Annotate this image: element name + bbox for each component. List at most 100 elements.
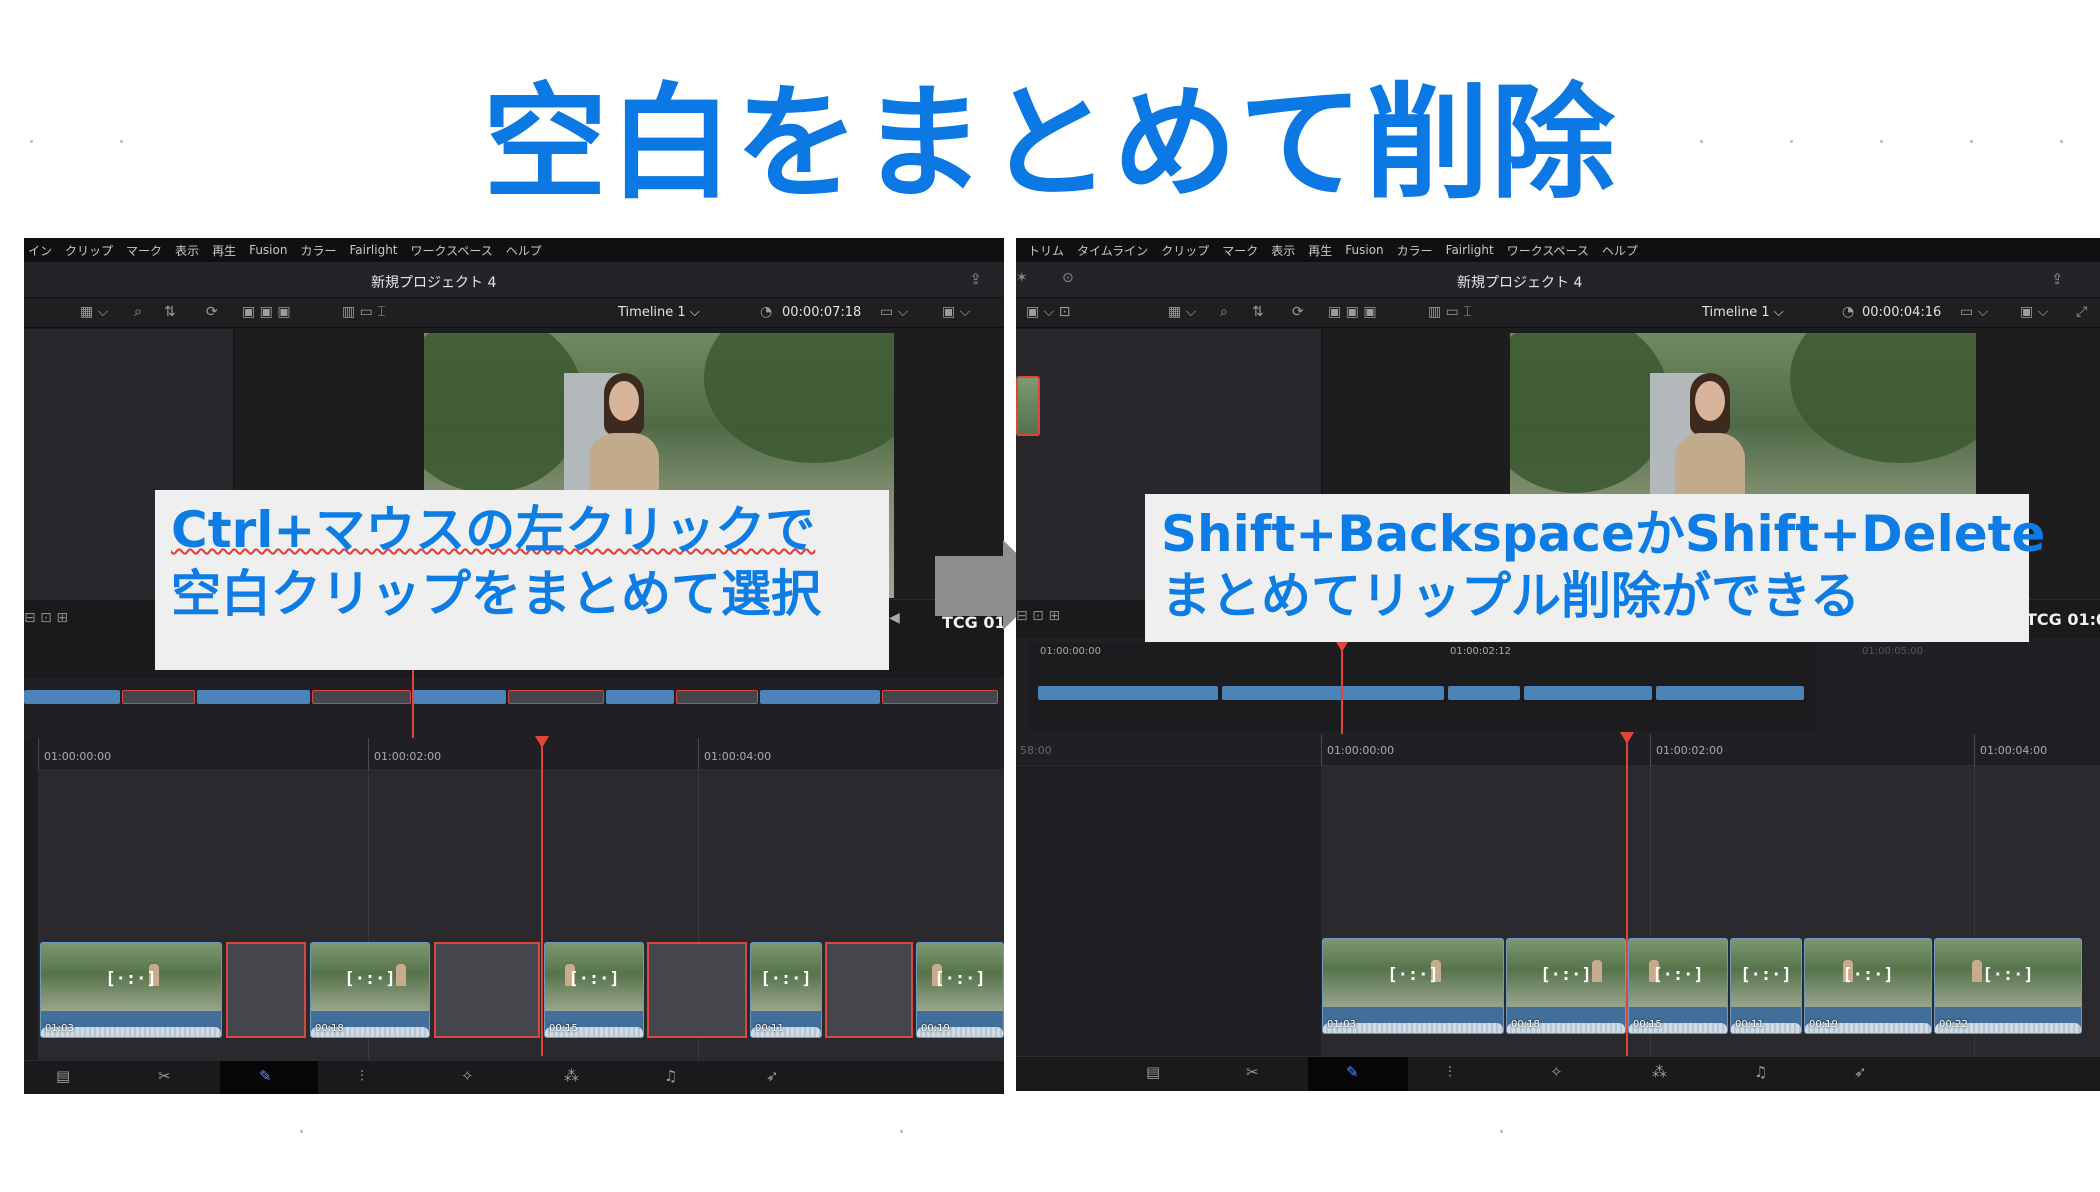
sync-icon[interactable]: ⟳ <box>206 304 218 320</box>
gap-clip[interactable] <box>825 942 913 1038</box>
mini-clip[interactable] <box>760 690 880 704</box>
mini-gap[interactable] <box>676 690 758 704</box>
timeline-ruler[interactable]: 58:00 01:00:00:00 01:00:02:00 01:00:04:0… <box>1016 734 2100 766</box>
toolbar-icons[interactable]: ⊟ ⊡ ⊞ <box>24 610 68 626</box>
mini-clip[interactable] <box>1656 686 1804 700</box>
menu-item[interactable]: Fusion <box>1345 243 1383 257</box>
menu-item[interactable]: クリップ <box>65 242 113 259</box>
mini-playhead[interactable] <box>412 668 414 738</box>
output-icon[interactable]: ▣ ⌵ <box>2020 304 2048 320</box>
share-icon[interactable]: ⇪ <box>2051 270 2064 288</box>
layout-icon[interactable]: ▥ ▭ ⌶ <box>342 304 386 320</box>
mini-gap[interactable] <box>122 690 195 704</box>
menu-item[interactable]: ワークスペース <box>1507 242 1589 259</box>
gap-clip[interactable] <box>226 942 306 1038</box>
menu-item[interactable]: Fusion <box>249 243 287 257</box>
mini-clip[interactable] <box>1448 686 1520 700</box>
menu-item[interactable]: マーク <box>1222 242 1258 259</box>
menu-item[interactable]: タイムライン <box>1077 242 1148 259</box>
mini-clip[interactable] <box>1038 686 1218 700</box>
timeline-name[interactable]: Timeline 1 ⌵ <box>1702 305 1784 320</box>
playhead[interactable] <box>541 746 543 1056</box>
menu-item[interactable]: ヘルプ <box>506 242 542 259</box>
video-clip[interactable]: [·:·] 00:11 <box>750 942 822 1038</box>
music-page-icon[interactable]: ♫ <box>1754 1063 1767 1081</box>
music-page-icon[interactable]: ♫ <box>664 1067 677 1085</box>
grid-view-icon[interactable]: ▦ ⌵ <box>1168 304 1196 320</box>
menu-item[interactable]: 再生 <box>1308 242 1332 259</box>
cut-page-icon[interactable]: ✂ <box>158 1067 171 1085</box>
edit-page-icon[interactable]: ✎ <box>1346 1063 1359 1081</box>
sort-icon[interactable]: ⇅ <box>1252 304 1264 320</box>
fairlight-page-icon[interactable]: ⁂ <box>1652 1063 1667 1081</box>
video-clip[interactable]: [·:·] 00:22 <box>1934 938 2082 1034</box>
gap-clip[interactable] <box>434 942 540 1038</box>
output-icon[interactable]: ▣ ⌵ <box>942 304 970 320</box>
video-clip[interactable]: [·:·] 00:18 <box>310 942 430 1038</box>
media-page-icon[interactable]: ▤ <box>1146 1063 1160 1081</box>
menu-item[interactable]: Fairlight <box>1446 243 1494 257</box>
video-clip[interactable]: [·:·] 01:03 <box>40 942 222 1038</box>
inspector-icon[interactable]: ⊙ <box>1062 270 1074 286</box>
video-clip[interactable]: [·:·] 01:03 <box>1322 938 1504 1034</box>
edit-page-icon[interactable]: ✎ <box>259 1067 272 1085</box>
mini-gap[interactable] <box>882 690 998 704</box>
cut-page-icon[interactable]: ✂ <box>1246 1063 1259 1081</box>
mini-gap[interactable] <box>312 690 411 704</box>
color-page-icon[interactable]: ✧ <box>461 1067 474 1085</box>
mini-clip[interactable] <box>1222 686 1444 700</box>
viewer-size-icon[interactable]: ▭ ⌵ <box>880 304 908 320</box>
menu-item[interactable]: 表示 <box>175 242 199 259</box>
grid-view-icon[interactable]: ▦ ⌵ <box>80 304 108 320</box>
menu-item[interactable]: Fairlight <box>349 243 397 257</box>
layout-icon[interactable]: ▥ ▭ ⌶ <box>1428 304 1472 320</box>
playhead[interactable] <box>1626 742 1628 1056</box>
fusion-page-icon[interactable]: ⫶ <box>360 1067 364 1085</box>
menu-item[interactable]: マーク <box>126 242 162 259</box>
menu-item[interactable]: イン <box>28 242 52 259</box>
menu-item[interactable]: カラー <box>300 242 336 259</box>
clip-view-icon[interactable]: ▣ ▣ ▣ <box>242 304 291 320</box>
fusion-page-icon[interactable]: ⫶ <box>1448 1063 1452 1081</box>
mini-gap[interactable] <box>508 690 604 704</box>
media-page-icon[interactable]: ▤ <box>56 1067 70 1085</box>
color-page-icon[interactable]: ✧ <box>1550 1063 1563 1081</box>
media-icon[interactable]: ▣ ⌵ ⊡ <box>1026 304 1070 320</box>
mini-playhead[interactable] <box>1341 650 1343 736</box>
video-clip[interactable]: [·:·] 00:15 <box>544 942 644 1038</box>
search-icon[interactable]: ⌕ <box>1220 304 1228 320</box>
mini-clip[interactable] <box>1524 686 1652 700</box>
fairlight-page-icon[interactable]: ⁂ <box>564 1067 579 1085</box>
effects-icon[interactable]: ✶ <box>1016 270 1028 286</box>
share-icon[interactable]: ⇪ <box>969 270 982 288</box>
deliver-page-icon[interactable]: ➶ <box>1854 1063 1867 1081</box>
prev-icon[interactable]: ◀ <box>889 610 900 626</box>
gap-clip[interactable] <box>647 942 747 1038</box>
mini-clip[interactable] <box>606 690 674 704</box>
video-clip[interactable]: [·:·] 00:18 <box>1506 938 1626 1034</box>
video-clip[interactable]: [·:·] 00:19 <box>1804 938 1932 1034</box>
clip-view-icon[interactable]: ▣ ▣ ▣ <box>1328 304 1377 320</box>
video-clip[interactable]: [·:·] 00:19 <box>916 942 1004 1038</box>
video-clip[interactable]: [·:·] 00:11 <box>1730 938 1802 1034</box>
sort-icon[interactable]: ⇅ <box>164 304 176 320</box>
menu-item[interactable]: ワークスペース <box>411 242 493 259</box>
search-icon[interactable]: ⌕ <box>134 304 142 320</box>
mini-clip[interactable] <box>24 690 120 704</box>
viewer-size-icon[interactable]: ▭ ⌵ <box>1960 304 1988 320</box>
menu-item[interactable]: 再生 <box>212 242 236 259</box>
menu-item[interactable]: カラー <box>1397 242 1433 259</box>
selected-thumbnail[interactable] <box>1016 376 1040 436</box>
timeline-name[interactable]: Timeline 1 ⌵ <box>618 305 700 320</box>
menu-item[interactable]: トリム <box>1028 242 1064 259</box>
deliver-page-icon[interactable]: ➶ <box>766 1067 779 1085</box>
fullscreen-icon[interactable]: ⤢ <box>2076 304 2087 320</box>
menu-item[interactable]: ヘルプ <box>1602 242 1638 259</box>
mini-clip[interactable] <box>197 690 310 704</box>
timeline-ruler[interactable]: 01:00:00:00 01:00:02:00 01:00:04:00 <box>38 738 1004 770</box>
menu-item[interactable]: クリップ <box>1161 242 1209 259</box>
mini-clip[interactable] <box>413 690 506 704</box>
sync-icon[interactable]: ⟳ <box>1292 304 1304 320</box>
video-clip[interactable]: [·:·] 00:15 <box>1628 938 1728 1034</box>
menu-item[interactable]: 表示 <box>1271 242 1295 259</box>
